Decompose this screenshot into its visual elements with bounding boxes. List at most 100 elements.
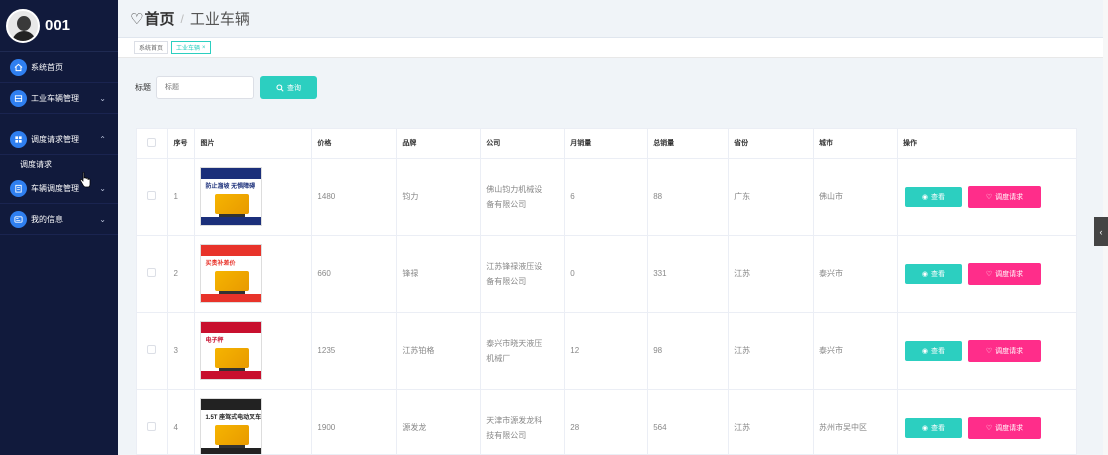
monthly-sales-cell: 12 [564,312,649,390]
view-button[interactable]: ◉ 查看 [904,186,962,207]
mouse-cursor-icon [79,172,91,188]
tab-home[interactable]: 系统首页 [134,41,169,54]
view-button-label: 查看 [931,193,946,201]
panel-toggle-handle[interactable]: ‹ [1094,217,1108,246]
chevron-down-icon: ⌄ [99,215,106,224]
sidebar-subitem-dispatch-request[interactable]: 调度请求 [0,155,118,173]
dispatch-request-button[interactable]: ♡ 调度请求 [967,262,1041,285]
table-header-row: 序号 图片 价格 品牌 公司 月销量 总销量 省份 城市 操作 [137,129,1076,159]
chevron-up-icon: ⌃ [99,135,106,144]
province-cell: 广东 [728,158,815,236]
brand-cell: 锋禄 [396,235,482,313]
heart-icon: ♡ [130,10,144,28]
product-image-cell: 买贵补差价 [194,235,313,313]
table-row: 1 防止溜坡 无惧障碍 1480 钧力 佛山钧力机械设备有限公司 6 88 广东… [137,158,1076,236]
sidebar: 001 系统首页 工业车辆管理 ⌄ 调度请求管理 ⌃ 调度请求 车辆调度管理 ⌄… [0,0,118,455]
user-profile[interactable]: 001 [0,0,118,52]
avatar[interactable] [6,8,40,43]
home-icon [10,58,27,76]
select-all-checkbox[interactable] [147,137,156,147]
row-checkbox[interactable] [147,268,156,277]
tab-label: 系统首页 [139,46,164,52]
heart-icon: ♡ [985,270,993,278]
actions-cell: ◉ 查看 ♡ 调度请求 [897,389,1076,454]
dispatch-request-label: 调度请求 [995,270,1024,278]
chevron-down-icon: ⌄ [99,184,106,193]
grid-icon [10,89,27,107]
province-cell: 江苏 [728,389,815,454]
row-number: 1 [167,158,196,236]
view-button[interactable]: ◉ 查看 [904,263,962,284]
sidebar-item-label: 工业车辆管理 [31,93,79,103]
chevron-down-icon: ⌄ [99,94,106,103]
actions-cell: ◉ 查看 ♡ 调度请求 [897,312,1076,390]
sidebar-item-label: 系统首页 [31,62,63,72]
eye-icon: ◉ [921,424,929,432]
view-button-label: 查看 [931,347,946,355]
sidebar-item-label: 我的信息 [31,214,63,224]
sidebar-item-my-info[interactable]: 我的信息 ⌄ [0,204,118,235]
column-header: 月销量 [564,129,649,159]
dispatch-request-label: 调度请求 [995,347,1024,355]
sidebar-item-label: 车辆调度管理 [31,183,79,193]
price-cell: 1235 [311,312,398,390]
sidebar-item-home[interactable]: 系统首页 [0,52,118,83]
column-header: 省份 [728,129,815,159]
row-number: 4 [167,389,196,454]
sidebar-item-dispatch-request-management[interactable]: 调度请求管理 ⌃ [0,124,118,155]
row-checkbox[interactable] [147,422,156,431]
dispatch-request-button[interactable]: ♡ 调度请求 [967,339,1041,362]
company-cell: 佛山钧力机械设备有限公司 [480,158,566,236]
heart-icon: ♡ [985,193,993,201]
city-cell: 泰兴市 [813,312,898,390]
province-cell: 江苏 [728,312,815,390]
dispatch-request-button[interactable]: ♡ 调度请求 [967,185,1041,208]
eye-icon: ◉ [921,347,929,355]
search-button[interactable]: 查询 [260,76,317,99]
actions-cell: ◉ 查看 ♡ 调度请求 [897,235,1076,313]
row-number: 3 [167,312,196,390]
sidebar-item-vehicle-management[interactable]: 工业车辆管理 ⌄ [0,83,118,114]
row-select-cell [137,312,169,390]
product-image[interactable]: 买贵补差价 [200,244,263,303]
view-button[interactable]: ◉ 查看 [904,340,962,361]
column-header: 图片 [194,129,313,159]
total-sales-cell: 88 [647,158,730,236]
brand-cell: 江苏铂格 [396,312,482,390]
product-image-caption: 1.5T 座驾式电动叉车 [205,415,262,421]
monthly-sales-cell: 0 [564,235,649,313]
table-row: 2 买贵补差价 660 锋禄 江苏锋禄液压设备有限公司 0 331 江苏 泰兴市… [137,235,1076,313]
search-icon [276,83,284,92]
product-image[interactable]: 1.5T 座驾式电动叉车 [200,398,263,454]
monthly-sales-cell: 6 [564,158,649,236]
dispatch-request-label: 调度请求 [995,193,1024,201]
brand-cell: 源发龙 [396,389,482,454]
product-image[interactable]: 防止溜坡 无惧障碍 [200,167,263,226]
row-select-cell [137,235,169,313]
search-label: 标题 [135,83,151,92]
product-image-caption: 买贵补差价 [205,261,236,267]
dispatch-request-button[interactable]: ♡ 调度请求 [967,416,1041,439]
row-checkbox[interactable] [147,345,156,354]
province-cell: 江苏 [728,235,815,313]
city-cell: 佛山市 [813,158,898,236]
tab-bar: 系统首页 工业车辆 × [118,38,1103,58]
column-header: 价格 [311,129,398,159]
sidebar-item-vehicle-dispatch-management[interactable]: 车辆调度管理 ⌄ [0,173,118,204]
sidebar-item-label: 调度请求管理 [31,134,79,144]
view-button[interactable]: ◉ 查看 [904,417,962,438]
total-sales-cell: 564 [647,389,730,454]
search-input[interactable] [156,76,254,99]
product-image-cell: 1.5T 座驾式电动叉车 [194,389,313,454]
close-icon[interactable]: × [202,45,206,51]
price-cell: 1900 [311,389,398,454]
row-select-cell [137,158,169,236]
eye-icon: ◉ [921,270,929,278]
breadcrumb-home[interactable]: 首页 [144,8,174,29]
product-image-caption: 电子秤 [205,338,224,344]
column-header: 操作 [897,129,1076,159]
row-checkbox[interactable] [147,191,156,200]
product-image[interactable]: 电子秤 [200,321,263,380]
chevron-left-icon: ‹ [1099,226,1103,237]
tab-industrial-vehicles[interactable]: 工业车辆 × [171,41,211,54]
